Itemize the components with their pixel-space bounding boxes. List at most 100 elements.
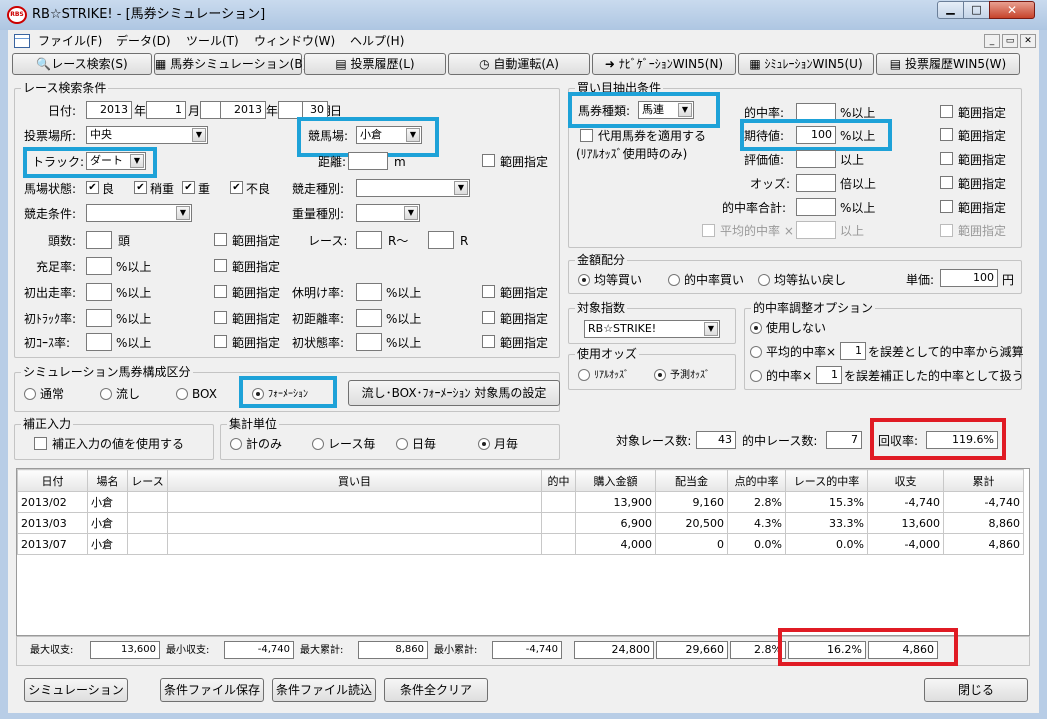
first-track-input[interactable]	[86, 309, 112, 327]
race-to-input[interactable]	[428, 231, 454, 249]
rest-range-checkbox[interactable]	[482, 285, 495, 298]
first-run-input[interactable]	[86, 283, 112, 301]
col-venue[interactable]: 場名	[87, 469, 128, 492]
load-conditions-button[interactable]: 条件ファイル読込	[272, 678, 376, 702]
equal-refund-radio[interactable]	[758, 274, 770, 286]
first-state-range-checkbox[interactable]	[482, 335, 495, 348]
col-bets[interactable]: 買い目	[167, 469, 542, 492]
col-point-hit[interactable]: 点的中率	[727, 469, 786, 492]
rest-input[interactable]	[356, 283, 382, 301]
from-year-input[interactable]: 2013	[86, 101, 132, 119]
table-row[interactable]: 2013/02 小倉 13,900 9,160 2.8% 15.3% -4,740 -4,74…	[17, 491, 1024, 513]
col-balance[interactable]: 収支	[867, 469, 944, 492]
race-type-select[interactable]: ▼	[356, 179, 470, 197]
equal-buy-radio[interactable]	[578, 274, 590, 286]
index-select[interactable]: RB☆STRIKE! ▼	[584, 320, 720, 338]
first-dist-range-checkbox[interactable]	[482, 311, 495, 324]
expect-range-checkbox[interactable]	[940, 128, 953, 141]
adjust-avg-input[interactable]: 1	[840, 342, 866, 360]
race-cond-select[interactable]: ▼	[86, 204, 192, 222]
distance-input[interactable]	[348, 152, 388, 170]
table-row[interactable]: 2013/07 小倉 4,000 0 0.0% 0.0% -4,000 4,860	[17, 533, 1024, 555]
col-date[interactable]: 日付	[17, 469, 88, 492]
sim-normal-radio[interactable]	[24, 388, 36, 400]
simulate-button[interactable]: シミュレーション	[24, 678, 128, 702]
close-form-button[interactable]: 閉じる	[924, 678, 1028, 702]
adjust-rate-radio[interactable]	[750, 370, 762, 382]
adjust-none-radio[interactable]	[750, 322, 762, 334]
real-odds-radio[interactable]	[578, 369, 590, 381]
unit-price-input[interactable]: 100	[940, 269, 998, 287]
distance-range-checkbox[interactable]	[482, 154, 495, 167]
table-row[interactable]: 2013/03 小倉 6,900 20,500 4.3% 33.3% 13,600 8,860	[17, 512, 1024, 534]
heads-input[interactable]	[86, 231, 112, 249]
eval-input[interactable]	[796, 150, 836, 168]
race-from-input[interactable]	[356, 231, 382, 249]
col-payout[interactable]: 配当金	[655, 469, 728, 492]
first-course-range-checkbox[interactable]	[214, 335, 227, 348]
mdi-minimize-button[interactable]: _	[984, 34, 1000, 48]
cond-omo-checkbox[interactable]: ✔	[182, 181, 195, 194]
col-hit[interactable]: 的中	[541, 469, 576, 492]
col-race[interactable]: レース	[127, 469, 168, 492]
clear-conditions-button[interactable]: 条件全クリア	[384, 678, 488, 702]
mdi-restore-button[interactable]: ▭	[1002, 34, 1018, 48]
predict-odds-radio[interactable]	[654, 369, 666, 381]
first-track-range-checkbox[interactable]	[214, 311, 227, 324]
agg-race-radio[interactable]	[312, 438, 324, 450]
daiyo-checkbox[interactable]	[580, 129, 593, 142]
toolbar-bet-simulation[interactable]: ▦ 馬券シミュレーション(B)	[154, 53, 307, 75]
odds-input[interactable]	[796, 174, 836, 192]
toolbar-vote-history[interactable]: ▤ 投票履歴(L)	[304, 53, 446, 75]
agg-total-radio[interactable]	[230, 438, 242, 450]
cond-yayaomo-checkbox[interactable]: ✔	[134, 181, 147, 194]
menu-data[interactable]: データ(D)	[116, 34, 171, 48]
first-state-input[interactable]	[356, 333, 382, 351]
adjust-avg-radio[interactable]	[750, 346, 762, 358]
save-conditions-button[interactable]: 条件ファイル保存	[160, 678, 264, 702]
toolbar-auto-run[interactable]: ◷ 自動運転(A)	[448, 53, 590, 75]
hit-rate-buy-radio[interactable]	[668, 274, 680, 286]
close-button[interactable]: ✕	[989, 1, 1035, 19]
sim-box-radio[interactable]	[176, 388, 188, 400]
weight-type-select[interactable]: ▼	[356, 204, 420, 222]
mdi-close-button[interactable]: ✕	[1020, 34, 1036, 48]
toolbar-vote-history-win5[interactable]: ▤ 投票履歴WIN5(W)	[876, 53, 1020, 75]
sim-nagashi-radio[interactable]	[100, 388, 112, 400]
avg-hit-input[interactable]	[796, 221, 836, 239]
col-cumulative[interactable]: 累計	[943, 469, 1024, 492]
results-table-area[interactable]: 日付 場名 レース 買い目 的中 購入金額 配当金 点的中率 レース的中率 収支…	[16, 468, 1030, 636]
avg-hit-checkbox[interactable]	[702, 224, 715, 237]
correction-checkbox[interactable]	[34, 437, 47, 450]
toolbar-nav-win5[interactable]: ➜ ﾅﾋﾞｹﾞｰｼｮﾝWIN5(N)	[592, 53, 736, 75]
hit-total-input[interactable]	[796, 198, 836, 216]
toolbar-sim-win5[interactable]: ▦ ｼﾐｭﾚｰｼｮﾝWIN5(U)	[738, 53, 874, 75]
odds-range-checkbox[interactable]	[940, 176, 953, 189]
first-run-range-checkbox[interactable]	[214, 285, 227, 298]
cond-furyo-checkbox[interactable]: ✔	[230, 181, 243, 194]
to-year-input[interactable]: 2013	[220, 101, 266, 119]
fill-rate-range-checkbox[interactable]	[214, 259, 227, 272]
col-race-hit[interactable]: レース的中率	[785, 469, 868, 492]
minimize-button[interactable]: ▁	[937, 1, 964, 19]
first-dist-input[interactable]	[356, 309, 382, 327]
first-course-input[interactable]	[86, 333, 112, 351]
menu-window[interactable]: ウィンドウ(W)	[254, 34, 335, 48]
vote-venue-select[interactable]: 中央 ▼	[86, 126, 208, 144]
menu-tool[interactable]: ツール(T)	[186, 34, 239, 48]
adjust-rate-input[interactable]: 1	[816, 366, 842, 384]
col-purchase[interactable]: 購入金額	[575, 469, 656, 492]
fill-rate-input[interactable]	[86, 257, 112, 275]
from-month-input[interactable]: 1	[146, 101, 186, 119]
avg-hit-range-checkbox[interactable]	[940, 224, 953, 237]
menu-help[interactable]: ヘルプ(H)	[350, 34, 404, 48]
hit-total-range-checkbox[interactable]	[940, 200, 953, 213]
maximize-button[interactable]: □	[963, 1, 990, 19]
menu-file[interactable]: ファイル(F)	[38, 34, 102, 48]
sim-settings-button[interactable]: 流し･BOX･ﾌｫｰﾒｰｼｮﾝ 対象馬の設定	[348, 380, 560, 406]
agg-month-radio[interactable]	[478, 438, 490, 450]
heads-range-checkbox[interactable]	[214, 233, 227, 246]
eval-range-checkbox[interactable]	[940, 152, 953, 165]
toolbar-race-search[interactable]: 🔍レース検索(S)	[12, 53, 152, 75]
cond-ryo-checkbox[interactable]: ✔	[86, 181, 99, 194]
